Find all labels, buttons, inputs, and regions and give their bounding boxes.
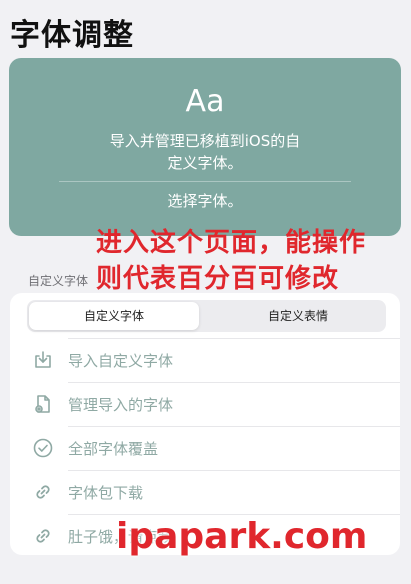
hero-description-line2: 定义字体。 <box>167 154 243 172</box>
font-sample-text: Aa <box>185 84 225 119</box>
menu-item-font-pack-download[interactable]: 字体包下载 <box>10 470 400 514</box>
choose-font-button[interactable]: 选择字体。 <box>9 190 401 211</box>
manage-doc-icon <box>32 393 54 415</box>
page-title: 字体调整 <box>10 18 134 53</box>
hero-divider <box>59 181 351 182</box>
checkmark-circle-icon <box>32 437 54 459</box>
section-label: 自定义字体 <box>28 274 89 288</box>
menu-item-import-font[interactable]: 导入自定义字体 <box>10 338 400 382</box>
menu-item-label: 全部字体覆盖 <box>68 439 159 458</box>
overlay-annotation-line1: 进入这个页面，能操作 <box>96 228 367 258</box>
link-icon <box>32 525 54 547</box>
menu-item-label: 管理导入的字体 <box>68 395 174 414</box>
watermark: ipapark.com <box>116 516 368 557</box>
menu-item-label: 字体包下载 <box>68 483 144 502</box>
font-preview-card[interactable]: Aa 导入并管理已移植到iOS的自 定义字体。 选择字体。 <box>9 58 401 236</box>
import-icon <box>32 349 54 371</box>
hero-description: 导入并管理已移植到iOS的自 定义字体。 <box>79 130 331 174</box>
segment-custom-font[interactable]: 自定义字体 <box>29 302 199 330</box>
link-icon <box>32 481 54 503</box>
segmented-control: 自定义字体 自定义表情 <box>27 300 386 332</box>
menu-item-override-all[interactable]: 全部字体覆盖 <box>10 426 400 470</box>
segment-custom-emoji[interactable]: 自定义表情 <box>213 302 383 330</box>
menu-item-manage-fonts[interactable]: 管理导入的字体 <box>10 382 400 426</box>
overlay-annotation-line2: 则代表百分百可修改 <box>96 264 340 294</box>
hero-description-line1: 导入并管理已移植到iOS的自 <box>109 132 301 150</box>
menu-item-label: 导入自定义字体 <box>68 351 174 370</box>
